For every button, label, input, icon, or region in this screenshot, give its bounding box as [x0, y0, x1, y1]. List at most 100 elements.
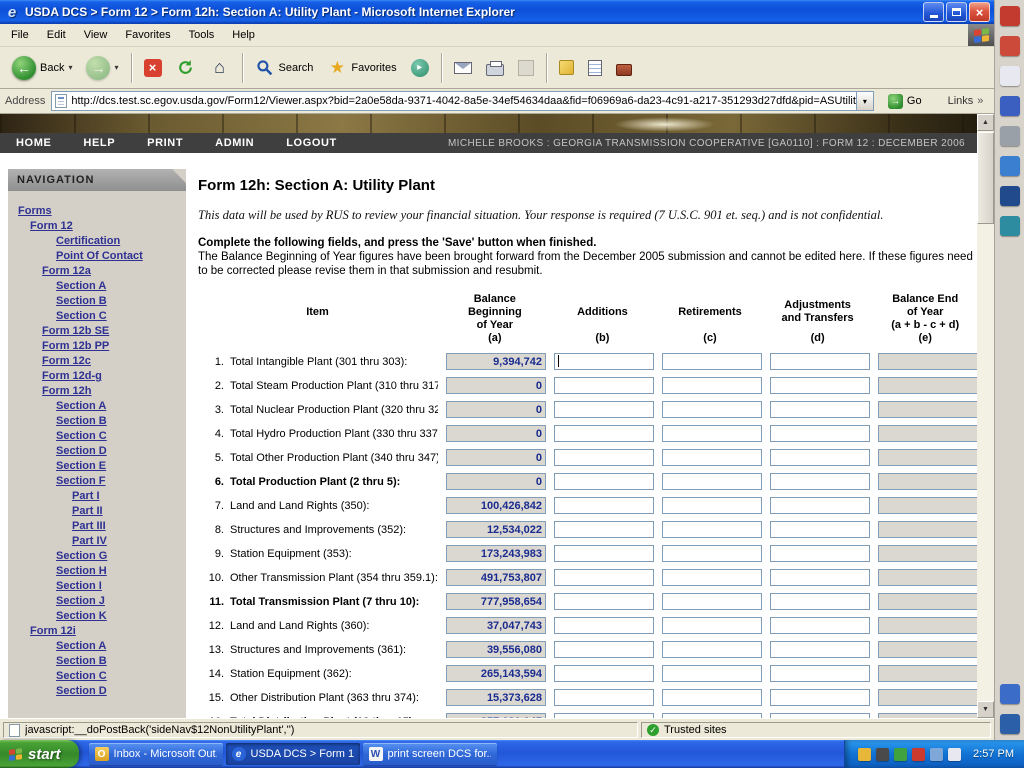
print-button[interactable]	[480, 50, 510, 86]
scroll-down-button[interactable]: ▼	[977, 701, 994, 718]
sidebar-link-form-12b-se-9[interactable]: Form 12b SE	[18, 324, 182, 339]
input-col-c-row-10[interactable]	[662, 569, 762, 586]
sidebar-link-section-f-19[interactable]: Section F	[18, 474, 182, 489]
input-col-c-row-1[interactable]	[662, 353, 762, 370]
input-col-d-row-1[interactable]	[770, 353, 870, 370]
vertical-scrollbar[interactable]: ▲ ▼	[977, 114, 994, 718]
sidebar-link-certification-3[interactable]: Certification	[18, 234, 182, 249]
journal-button[interactable]	[582, 50, 608, 86]
sidebar-link-section-d-17[interactable]: Section D	[18, 444, 182, 459]
messenger-icon[interactable]	[858, 748, 871, 761]
sidebar-link-section-c-32[interactable]: Section C	[18, 669, 182, 684]
sidebar-link-section-g-24[interactable]: Section G	[18, 549, 182, 564]
media-button[interactable]: ▸	[405, 50, 435, 86]
input-col-b-row-11[interactable]	[554, 593, 654, 610]
sidebar-link-section-c-8[interactable]: Section C	[18, 309, 182, 324]
back-dropdown-icon[interactable]: ▾	[68, 63, 72, 72]
menu-edit[interactable]: Edit	[38, 25, 75, 45]
input-col-b-row-6[interactable]	[554, 473, 654, 490]
forward-button[interactable]: → ▾	[80, 50, 124, 86]
input-col-b-row-12[interactable]	[554, 617, 654, 634]
input-col-d-row-3[interactable]	[770, 401, 870, 418]
sidebar-link-section-k-28[interactable]: Section K	[18, 609, 182, 624]
site-nav-print[interactable]: PRINT	[131, 137, 199, 149]
input-col-c-row-9[interactable]	[662, 545, 762, 562]
go-button[interactable]: → Go	[880, 91, 930, 112]
input-col-c-row-8[interactable]	[662, 521, 762, 538]
taskbar-task-1[interactable]: Inbox - Microsoft Out...	[89, 743, 223, 765]
restore-button[interactable]	[946, 2, 967, 22]
site-nav-logout[interactable]: LOGOUT	[270, 137, 353, 149]
input-col-c-row-2[interactable]	[662, 377, 762, 394]
sidebar-link-part-ii-21[interactable]: Part II	[18, 504, 182, 519]
dock-shortcut-word-icon[interactable]	[1000, 96, 1020, 116]
input-col-d-row-11[interactable]	[770, 593, 870, 610]
home-button[interactable]: ⌂	[204, 50, 236, 86]
input-col-b-row-3[interactable]	[554, 401, 654, 418]
taskbar-task-3[interactable]: print screen DCS for...	[363, 743, 497, 765]
scrollbar-thumb[interactable]	[977, 132, 994, 224]
sidebar-link-section-b-31[interactable]: Section B	[18, 654, 182, 669]
sidebar-link-form-12d-g-12[interactable]: Form 12d-g	[18, 369, 182, 384]
messenger-button[interactable]	[553, 50, 580, 86]
forward-dropdown-icon[interactable]: ▾	[114, 63, 118, 72]
address-dropdown-button[interactable]: ▾	[856, 92, 873, 110]
input-col-c-row-4[interactable]	[662, 425, 762, 442]
sidebar-link-form-12a-5[interactable]: Form 12a	[18, 264, 182, 279]
sidebar-link-section-c-16[interactable]: Section C	[18, 429, 182, 444]
links-button[interactable]: Links »	[942, 95, 990, 107]
dock-shortcut-doc-icon[interactable]	[1000, 66, 1020, 86]
menu-favorites[interactable]: Favorites	[116, 25, 179, 45]
input-col-c-row-11[interactable]	[662, 593, 762, 610]
sidebar-link-section-b-15[interactable]: Section B	[18, 414, 182, 429]
input-col-c-row-14[interactable]	[662, 665, 762, 682]
input-col-d-row-6[interactable]	[770, 473, 870, 490]
input-col-d-row-8[interactable]	[770, 521, 870, 538]
input-col-b-row-9[interactable]	[554, 545, 654, 562]
sidebar-link-section-a-6[interactable]: Section A	[18, 279, 182, 294]
favorites-button[interactable]: ★ Favorites	[321, 50, 402, 86]
start-button[interactable]: start	[0, 740, 79, 768]
site-nav-admin[interactable]: ADMIN	[199, 137, 270, 149]
sidebar-link-part-i-20[interactable]: Part I	[18, 489, 182, 504]
menu-view[interactable]: View	[75, 25, 117, 45]
sidebar-link-form-12h-13[interactable]: Form 12h	[18, 384, 182, 399]
input-col-d-row-12[interactable]	[770, 617, 870, 634]
address-input[interactable]: http://dcs.test.sc.egov.usda.gov/Form12/…	[51, 91, 874, 111]
scroll-up-button[interactable]: ▲	[977, 114, 994, 131]
refresh-button[interactable]	[170, 50, 202, 86]
menu-file[interactable]: File	[2, 25, 38, 45]
input-col-d-row-14[interactable]	[770, 665, 870, 682]
sidebar-link-part-iii-22[interactable]: Part III	[18, 519, 182, 534]
sidebar-link-forms-1[interactable]: Forms	[18, 204, 182, 219]
input-col-b-row-2[interactable]	[554, 377, 654, 394]
menu-tools[interactable]: Tools	[180, 25, 224, 45]
sidebar-link-section-a-14[interactable]: Section A	[18, 399, 182, 414]
input-col-b-row-10[interactable]	[554, 569, 654, 586]
input-col-d-row-13[interactable]	[770, 641, 870, 658]
input-col-c-row-3[interactable]	[662, 401, 762, 418]
taskbar-task-2[interactable]: USDA DCS > Form 12...	[226, 743, 360, 765]
input-col-b-row-13[interactable]	[554, 641, 654, 658]
sidebar-link-section-j-27[interactable]: Section J	[18, 594, 182, 609]
back-button[interactable]: ← Back ▾	[6, 50, 78, 86]
dock-shortcut-help-icon[interactable]	[1000, 684, 1020, 704]
input-col-b-row-1[interactable]	[554, 353, 654, 370]
stop-button[interactable]: ×	[138, 50, 168, 86]
sidebar-link-form-12b-pp-10[interactable]: Form 12b PP	[18, 339, 182, 354]
volume-icon[interactable]	[948, 748, 961, 761]
sidebar-link-section-h-25[interactable]: Section H	[18, 564, 182, 579]
title-bar[interactable]: e USDA DCS > Form 12 > Form 12h: Section…	[0, 0, 994, 24]
input-col-d-row-10[interactable]	[770, 569, 870, 586]
input-col-b-row-4[interactable]	[554, 425, 654, 442]
input-col-c-row-12[interactable]	[662, 617, 762, 634]
input-col-c-row-15[interactable]	[662, 689, 762, 706]
menu-help[interactable]: Help	[223, 25, 264, 45]
input-col-b-row-15[interactable]	[554, 689, 654, 706]
close-button[interactable]: ×	[969, 2, 990, 22]
network-icon[interactable]	[930, 748, 943, 761]
dock-shortcut-tool-icon[interactable]	[1000, 216, 1020, 236]
taskmgr-icon[interactable]	[876, 748, 889, 761]
sidebar-link-form-12i-29[interactable]: Form 12i	[18, 624, 182, 639]
search-button[interactable]: Search	[249, 50, 320, 86]
